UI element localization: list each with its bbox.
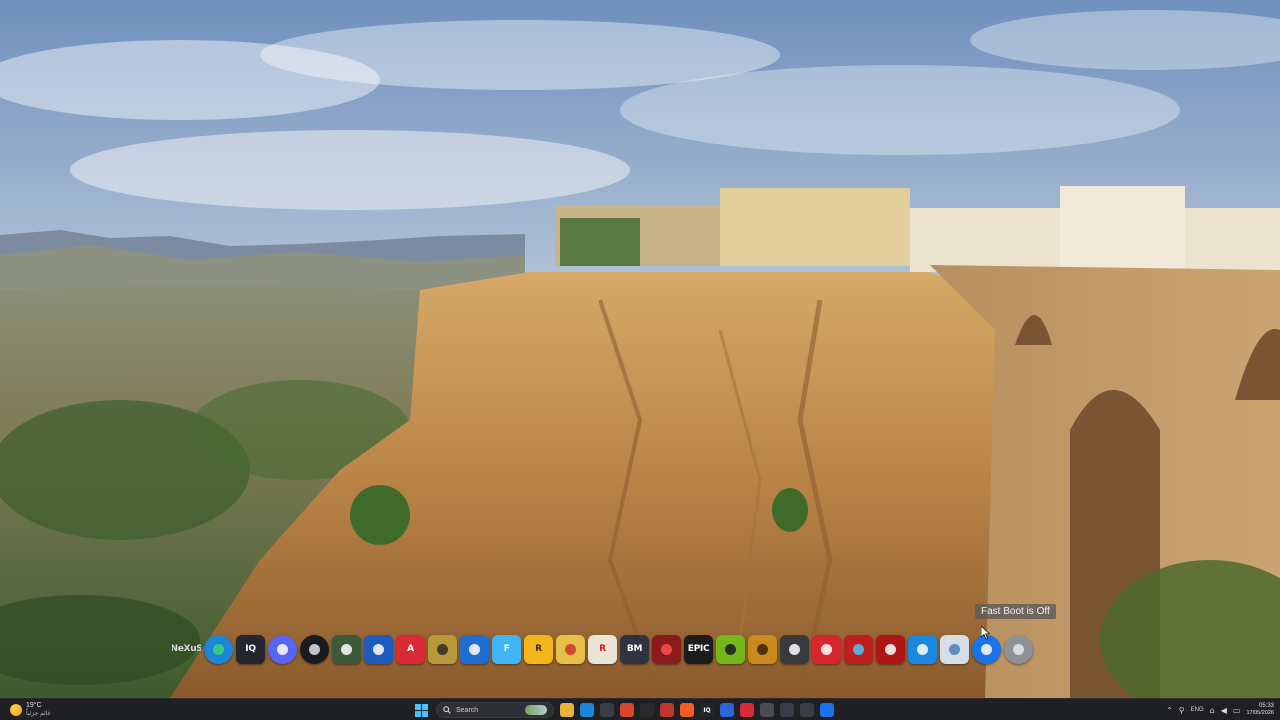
game-mod-app-icon[interactable]	[332, 634, 361, 664]
iq-app-icon[interactable]: IQ	[236, 634, 265, 664]
desktop-wallpaper	[0, 0, 1280, 698]
cheat-tool-icon[interactable]	[780, 634, 809, 664]
dock-icon-glyph	[341, 643, 352, 655]
weather-condition: غائم جزئياً	[26, 711, 51, 717]
rockstar-launcher-icon[interactable]: R	[588, 634, 617, 664]
diagnostic-tool-icon[interactable]	[460, 634, 489, 664]
dock-icon-glyph	[309, 643, 320, 655]
dock-icon-label: R	[599, 644, 606, 654]
dock-icon-label: NeXuS	[172, 644, 201, 654]
folder-icon[interactable]	[556, 634, 585, 664]
edge-taskbar-icon[interactable]	[580, 703, 594, 717]
dock-icon-label: BM	[626, 644, 643, 654]
clock-date: 17/05/2026	[1246, 710, 1274, 716]
taskbar-icon-label: IQ	[703, 706, 711, 714]
dock-icon-label: R	[535, 644, 542, 654]
red-app-icon[interactable]	[812, 634, 841, 664]
volume-icon[interactable]: ◀	[1221, 706, 1227, 715]
winrar-icon[interactable]	[748, 634, 777, 664]
settings-icon[interactable]	[760, 703, 774, 717]
chevron-up-icon[interactable]: ⌃	[1166, 706, 1173, 715]
weather-widget[interactable]: 19°C غائم جزئياً	[10, 701, 51, 719]
dock-icon-glyph	[757, 643, 768, 655]
media-app-icon[interactable]	[660, 703, 674, 717]
mouse-cursor-icon	[981, 626, 990, 640]
dock-icon-glyph	[565, 643, 576, 655]
nvidia-icon[interactable]	[716, 634, 745, 664]
dock-icon-glyph	[981, 643, 992, 655]
start-button[interactable]	[412, 701, 430, 719]
dock-icon-glyph	[661, 643, 672, 655]
location-icon[interactable]: ⚲	[1179, 706, 1185, 715]
dock-icon-glyph	[469, 643, 480, 655]
dock-icon-glyph	[437, 643, 448, 655]
windows-update-icon[interactable]	[908, 634, 937, 664]
red-mic-icon[interactable]	[652, 634, 681, 664]
rocket-league-icon[interactable]	[364, 634, 393, 664]
network-icon[interactable]: ⌂	[1210, 706, 1215, 715]
dock-icon-glyph	[917, 643, 928, 655]
usb-device-icon[interactable]	[780, 703, 794, 717]
dock-icon-glyph	[213, 643, 224, 655]
dock-icon-label: IQ	[245, 644, 256, 654]
tooltip: Fast Boot is Off	[975, 604, 1056, 619]
dock-icon-glyph	[949, 643, 960, 655]
chrome-taskbar-icon[interactable]	[820, 703, 834, 717]
nexus-logo-icon[interactable]: NeXuS	[172, 635, 201, 664]
pinned-apps: IQ	[560, 703, 834, 717]
dock-icon-glyph	[853, 643, 864, 655]
dock-icon-label: EPIC	[687, 644, 710, 654]
weather-sun-icon	[10, 704, 22, 716]
discord-icon[interactable]	[268, 634, 297, 664]
system-tray: ⌃ ⚲ ENG ⌂ ◀ ▭ 05:33 17/05/2026	[1166, 700, 1274, 720]
dock-icon-glyph	[277, 643, 288, 655]
search-placeholder: Search	[456, 706, 479, 714]
obs-studio-icon[interactable]	[300, 634, 329, 664]
app-dock: NeXuS IQ A F R R BM EPIC	[172, 632, 1033, 666]
search-highlight-thumbnail	[525, 705, 547, 715]
bm-app-icon[interactable]: BM	[620, 634, 649, 664]
taskbar-center: Search IQ	[412, 700, 834, 720]
among-us-icon[interactable]	[844, 634, 873, 664]
office-icon[interactable]	[620, 703, 634, 717]
weather-temperature: 19°C	[26, 702, 42, 709]
r-app-icon[interactable]: R	[524, 634, 553, 664]
recycle-bin-icon[interactable]	[940, 634, 969, 664]
dock-icon-glyph	[373, 643, 384, 655]
battery-icon[interactable]: ▭	[1233, 706, 1241, 715]
dock-icon-glyph	[885, 643, 896, 655]
clock-time: 05:33	[1258, 703, 1274, 709]
language-indicator[interactable]: ENG	[1191, 707, 1204, 713]
power-settings-icon[interactable]	[1004, 634, 1033, 664]
windows-logo-icon	[414, 703, 428, 717]
flutter-app-icon[interactable]: F	[492, 634, 521, 664]
iq-taskbar-icon[interactable]: IQ	[700, 703, 714, 717]
dock-icon-label: A	[407, 644, 414, 654]
dock-icon-label: F	[503, 644, 510, 654]
brave-browser-icon[interactable]	[680, 703, 694, 717]
game-folder-icon[interactable]	[428, 634, 457, 664]
clock[interactable]: 05:33 17/05/2026	[1246, 703, 1274, 717]
dock-icon-glyph	[725, 643, 736, 655]
file-explorer-icon[interactable]	[560, 703, 574, 717]
epic-games-icon[interactable]: EPIC	[684, 634, 713, 664]
taskbar-search-box[interactable]: Search	[436, 702, 554, 718]
edge-browser-icon[interactable]	[204, 634, 233, 664]
app-taskbar-icon[interactable]	[800, 703, 814, 717]
dock-icon-glyph	[821, 643, 832, 655]
dock-icon-glyph	[1013, 643, 1024, 655]
red-box-icon[interactable]	[876, 634, 905, 664]
acrobat-taskbar-icon[interactable]	[740, 703, 754, 717]
terminal-icon[interactable]	[640, 703, 654, 717]
word-icon[interactable]	[720, 703, 734, 717]
search-icon	[443, 706, 451, 714]
store-icon[interactable]	[600, 703, 614, 717]
acrobat-icon[interactable]: A	[396, 634, 425, 664]
dock-icon-glyph	[789, 643, 800, 655]
taskbar: 19°C غائم جزئياً Search IQ ⌃ ⚲ ENG ⌂ ◀ ▭…	[0, 698, 1280, 720]
